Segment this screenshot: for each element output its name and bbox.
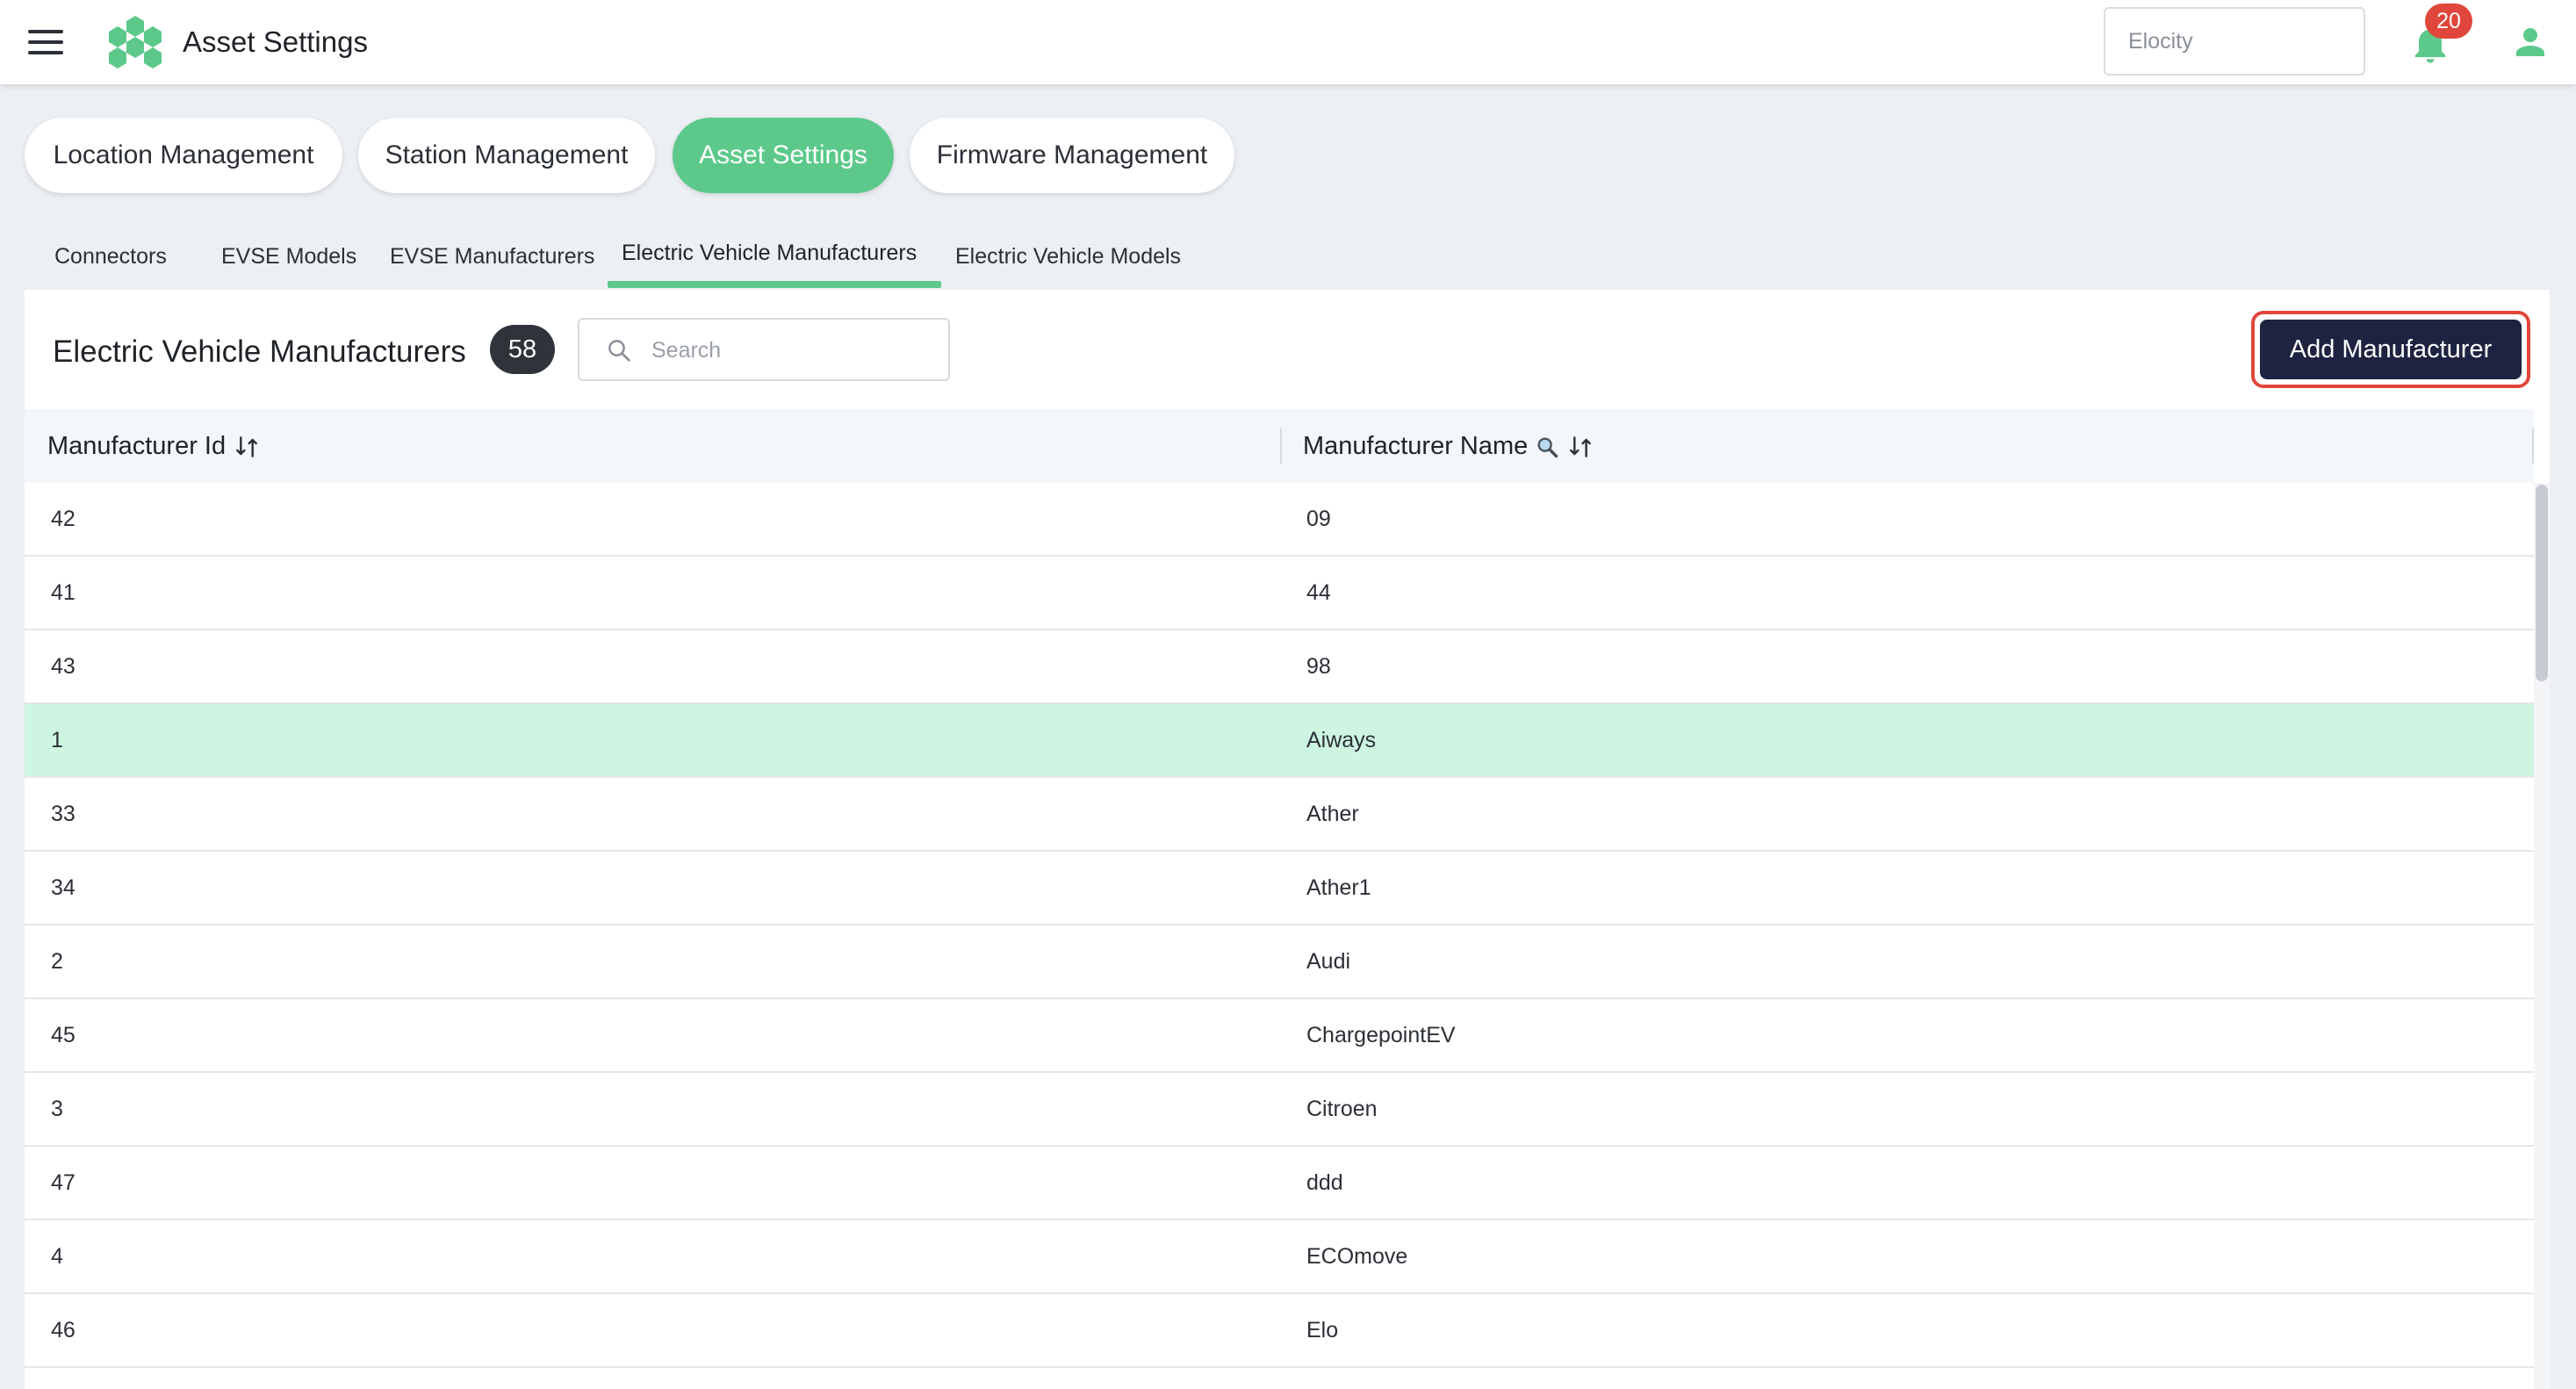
- top-app-bar: Asset Settings Elocity 20: [0, 0, 2576, 84]
- subtab-electric-vehicle-models[interactable]: Electric Vehicle Models: [955, 225, 1181, 290]
- table-row[interactable]: 45 ChargepointEV: [25, 999, 2534, 1073]
- cell-manufacturer-id: 34: [51, 875, 76, 900]
- column-header-manufacturer-id[interactable]: Manufacturer Id: [47, 409, 261, 483]
- cell-manufacturer-name: 09: [1306, 507, 1331, 531]
- page-title: Electric Vehicle Manufacturers: [53, 335, 466, 369]
- table-row[interactable]: 47 ddd: [25, 1147, 2534, 1220]
- magnifier-filter-icon[interactable]: [1535, 435, 1559, 459]
- cell-manufacturer-name: Audi: [1306, 949, 1351, 974]
- table-row[interactable]: 1 Aiways: [25, 704, 2534, 778]
- cell-manufacturer-name: ChargepointEV: [1306, 1023, 1456, 1047]
- hamburger-menu-icon[interactable]: [28, 28, 63, 56]
- add-manufacturer-focus-ring: Add Manufacturer: [2251, 311, 2530, 388]
- table-row[interactable]: 2 Audi: [25, 925, 2534, 999]
- table-scrollbar-thumb[interactable]: [2536, 485, 2548, 681]
- tab-firmware-management[interactable]: Firmware Management: [910, 118, 1234, 193]
- cell-manufacturer-id: 1: [51, 728, 63, 752]
- table-row[interactable]: 46 Elo: [25, 1294, 2534, 1368]
- active-subtab-indicator: [608, 281, 941, 288]
- column-divider[interactable]: [1280, 428, 1282, 464]
- record-count-badge: 58: [490, 325, 555, 374]
- cell-manufacturer-name: ECOmove: [1306, 1244, 1408, 1269]
- cell-manufacturer-id: 47: [51, 1170, 76, 1195]
- table-row[interactable]: 4 ECOmove: [25, 1220, 2534, 1294]
- column-header-label: Manufacturer Id: [47, 432, 227, 460]
- search-icon: [608, 340, 630, 362]
- cell-manufacturer-id: 45: [51, 1023, 76, 1047]
- table-row[interactable]: 41 44: [25, 557, 2534, 630]
- cell-manufacturer-name: ddd: [1306, 1170, 1343, 1195]
- cell-manufacturer-id: 43: [51, 654, 76, 679]
- cell-manufacturer-name: 98: [1306, 654, 1331, 679]
- cell-manufacturer-name: Aiways: [1306, 728, 1377, 752]
- add-manufacturer-button[interactable]: Add Manufacturer: [2260, 320, 2522, 379]
- column-header-manufacturer-name[interactable]: Manufacturer Name: [1303, 409, 1594, 483]
- tab-location-management[interactable]: Location Management: [25, 118, 342, 193]
- cell-manufacturer-id: 3: [51, 1097, 63, 1121]
- cell-manufacturer-id: 2: [51, 949, 63, 974]
- cell-manufacturer-name: Ather: [1306, 802, 1359, 826]
- organization-selector[interactable]: Elocity: [2104, 7, 2365, 76]
- table-header: Manufacturer Id Manufacturer Name: [25, 409, 2534, 483]
- user-icon[interactable]: [2509, 21, 2551, 63]
- sort-arrows-icon[interactable]: [233, 433, 261, 461]
- subtab-evse-models[interactable]: EVSE Models: [221, 225, 356, 290]
- cell-manufacturer-name: Ather1: [1306, 875, 1371, 900]
- cell-manufacturer-id: 4: [51, 1244, 63, 1269]
- column-header-label: Manufacturer Name: [1303, 432, 1529, 460]
- cell-manufacturer-id: 42: [51, 507, 76, 531]
- sort-arrows-icon[interactable]: [1566, 433, 1594, 461]
- table-row[interactable]: 34 Ather1: [25, 852, 2534, 925]
- hexagon-cluster-logo: [109, 16, 162, 68]
- search-input[interactable]: [650, 320, 934, 381]
- table-row[interactable]: 42 09: [25, 483, 2534, 557]
- table-body: 42 09 41 44 43 98 1 Aiways 33 Ather 34 Ather1 2 Audi 4…: [25, 483, 2534, 1389]
- tab-asset-settings[interactable]: Asset Settings: [673, 118, 894, 193]
- table-row[interactable]: 33 Ather: [25, 778, 2534, 852]
- column-divider[interactable]: [2532, 428, 2534, 464]
- table-row[interactable]: 43 98: [25, 630, 2534, 704]
- subtab-electric-vehicle-manufacturers[interactable]: Electric Vehicle Manufacturers: [622, 221, 917, 286]
- subtab-connectors[interactable]: Connectors: [54, 225, 167, 290]
- manufacturers-panel: Electric Vehicle Manufacturers 58 Add Ma…: [25, 290, 2550, 1389]
- cell-manufacturer-id: 46: [51, 1318, 76, 1342]
- cell-manufacturer-name: Elo: [1306, 1318, 1339, 1342]
- cell-manufacturer-name: Citroen: [1306, 1097, 1378, 1121]
- table-row[interactable]: 3 Citroen: [25, 1073, 2534, 1147]
- cell-manufacturer-id: 41: [51, 580, 76, 605]
- search-field[interactable]: [578, 318, 950, 381]
- app-title: Asset Settings: [183, 25, 368, 58]
- tab-station-management[interactable]: Station Management: [358, 118, 655, 193]
- notification-count-badge: 20: [2425, 4, 2472, 39]
- table-row[interactable]: [25, 1368, 2534, 1389]
- cell-manufacturer-name: 44: [1306, 580, 1331, 605]
- subtab-evse-manufacturers[interactable]: EVSE Manufacturers: [390, 225, 594, 290]
- cell-manufacturer-id: 33: [51, 802, 76, 826]
